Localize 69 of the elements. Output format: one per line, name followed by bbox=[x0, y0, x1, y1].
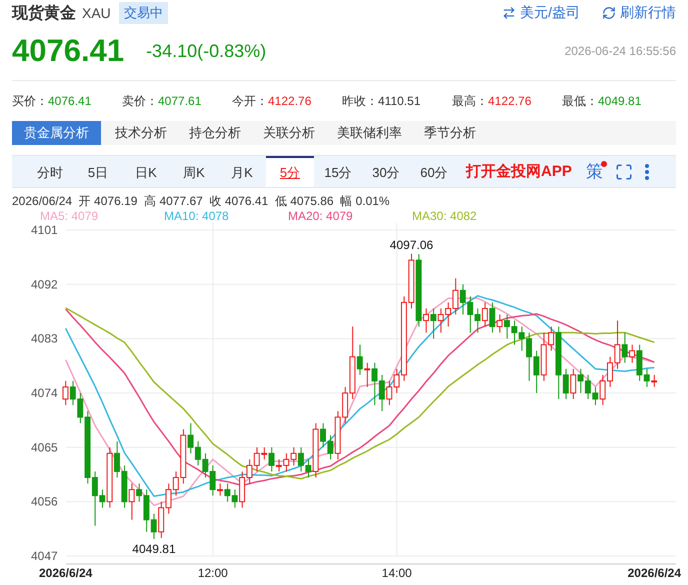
candlestick bbox=[364, 362, 370, 388]
axis-label: 4101 bbox=[31, 223, 58, 237]
period-tab[interactable]: 30分 bbox=[362, 156, 410, 187]
axis-label: 14:00 bbox=[382, 566, 412, 580]
period-tab[interactable]: 15分 bbox=[314, 156, 362, 187]
axis-label: 4065 bbox=[31, 440, 58, 454]
analysis-tab[interactable]: 美联储利率 bbox=[329, 121, 410, 145]
quote-stat: 今开：4122.76 bbox=[232, 92, 312, 110]
axis-label: 4047 bbox=[31, 549, 58, 563]
period-tab[interactable]: 5日 bbox=[74, 156, 122, 187]
period-tab[interactable]: 月K bbox=[218, 156, 266, 187]
refresh-button[interactable]: 刷新行情 bbox=[602, 4, 676, 22]
app-link[interactable]: 打开金投网APP bbox=[466, 162, 572, 181]
period-tab[interactable]: 日K bbox=[122, 156, 170, 187]
bar-info: 2026/06/24 开 4076.19 高 4077.67 收 4076.41 低 4075.86 幅 0.01% bbox=[12, 193, 391, 210]
fullscreen-icon bbox=[614, 162, 633, 180]
candlestick bbox=[570, 368, 576, 400]
analysis-tab[interactable]: 季节分析 bbox=[416, 121, 484, 145]
axis-label: 2026/6/24 bbox=[38, 566, 92, 580]
ma-legend-item: MA30: 4082 bbox=[412, 210, 478, 223]
candlestick bbox=[128, 483, 135, 520]
candlestick bbox=[482, 302, 488, 328]
quote-stat: 昨收：4110.51 bbox=[342, 92, 422, 110]
period-tab[interactable]: 周K bbox=[170, 156, 218, 187]
period-tab[interactable]: 分时 bbox=[26, 156, 74, 187]
instrument-title: 现货黄金 bbox=[12, 4, 76, 24]
timestamp: 2026-06-24 16:55:56 bbox=[564, 44, 676, 58]
analysis-tab[interactable]: 持仓分析 bbox=[181, 121, 249, 145]
axis-label: 4083 bbox=[31, 332, 58, 346]
quote-stat: 买价：4076.41 bbox=[12, 92, 92, 110]
instrument-symbol: XAU bbox=[82, 5, 111, 21]
notice-dot bbox=[600, 161, 607, 167]
more-icon bbox=[644, 164, 649, 180]
axis-label: 4092 bbox=[31, 277, 58, 292]
candlestick bbox=[622, 332, 628, 364]
analysis-tab[interactable]: 技术分析 bbox=[107, 121, 175, 145]
period-tab[interactable]: 60分 bbox=[410, 156, 458, 187]
candlestick bbox=[356, 344, 363, 376]
quote-stat: 最低：4049.81 bbox=[562, 92, 642, 110]
quote-stat: 最高：4122.76 bbox=[452, 92, 532, 110]
unit-toggle-button[interactable]: 美元/盎司 bbox=[502, 4, 580, 22]
price-annotation: 4049.81 bbox=[132, 542, 176, 556]
candlestick bbox=[62, 380, 68, 406]
price-annotation: 4097.06 bbox=[390, 238, 434, 252]
refresh-icon bbox=[602, 6, 616, 20]
candlestick bbox=[629, 344, 636, 364]
axis-label: 4074 bbox=[31, 386, 58, 400]
ma-legend-item: MA10: 4078 bbox=[164, 210, 230, 223]
candlestick bbox=[430, 308, 436, 340]
current-price: 4076.41 bbox=[12, 33, 124, 69]
axis-label: 12:00 bbox=[198, 566, 228, 580]
quote-stat: 卖价：4077.61 bbox=[122, 92, 202, 110]
candlestick bbox=[268, 446, 274, 472]
period-tab[interactable]: 5分 bbox=[266, 156, 314, 187]
swap-icon bbox=[502, 6, 516, 20]
candlestick bbox=[496, 314, 503, 334]
candlestick bbox=[651, 374, 658, 388]
analysis-tab[interactable]: 贵金属分析 bbox=[12, 121, 101, 145]
price-change: -34.10(-0.83%) bbox=[146, 40, 266, 62]
axis-label: 2026/6/24 bbox=[628, 566, 682, 580]
ma-legend-item: MA5: 4079 bbox=[40, 210, 100, 223]
candlestick bbox=[489, 302, 496, 334]
strategy-button[interactable]: 策 bbox=[586, 156, 603, 187]
candlestick bbox=[423, 308, 429, 334]
status-badge: 交易中 bbox=[118, 2, 168, 24]
candlestick bbox=[217, 483, 223, 496]
analysis-tab[interactable]: 关联分析 bbox=[255, 121, 323, 145]
axis-label: 4056 bbox=[31, 494, 58, 509]
ma-legend-item: MA20: 4079 bbox=[288, 210, 354, 223]
